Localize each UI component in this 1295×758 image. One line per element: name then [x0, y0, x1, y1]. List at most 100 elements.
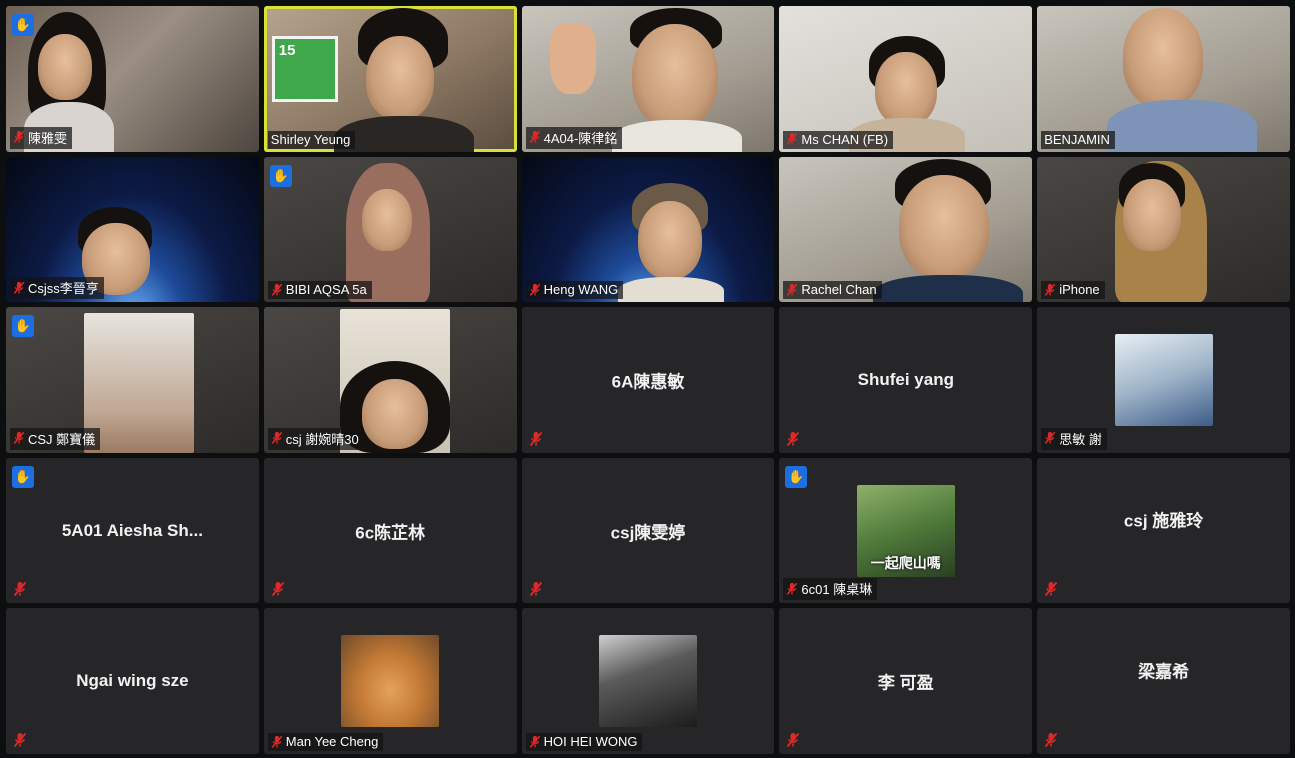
participant-display-name: 梁嘉希	[1138, 662, 1190, 682]
microphone-muted-icon	[271, 581, 285, 597]
participant-name: HOI HEI WONG	[543, 734, 638, 749]
participant-name: CSJ 鄭寶儀	[28, 431, 96, 447]
participant-name: Shirley Yeung	[270, 131, 351, 147]
participant-name-label: Ms CHAN (FB)	[783, 130, 894, 149]
microphone-muted-icon	[1044, 431, 1056, 445]
participant-tile[interactable]: 思敏 謝	[1037, 307, 1290, 453]
microphone-muted-icon	[1044, 732, 1058, 748]
participant-name: 4A04-陳律銘	[543, 130, 618, 146]
participant-display-name: Ngai wing sze	[76, 671, 189, 691]
face	[38, 34, 92, 100]
participant-tile[interactable]: ✋ CSJ 鄭寶儀	[6, 307, 259, 453]
raised-hand-icon: ✋	[12, 315, 34, 338]
participant-name: 6c01 陳桌琳	[801, 582, 873, 598]
microphone-muted-icon	[786, 283, 798, 297]
participant-tile[interactable]: 4A04-陳律銘	[521, 6, 775, 152]
participant-display-name: Shufei yang	[857, 369, 954, 389]
microphone-muted-icon	[13, 130, 25, 144]
participant-name-label: Shirley Yeung	[267, 130, 356, 149]
participant-tile[interactable]: 15 Shirley Yeung	[263, 6, 517, 152]
profile-picture-caption: 一起爬山嗎	[870, 554, 941, 571]
raised-hand-icon: ✋	[785, 465, 808, 488]
shoulders	[1107, 100, 1258, 152]
participant-tile[interactable]: csj陳雯婷	[521, 457, 775, 604]
participant-tile[interactable]: ✋ BIBI AQSA 5a	[263, 156, 517, 303]
participant-name-label: BENJAMIN	[1041, 130, 1115, 149]
face	[899, 174, 990, 279]
ceiling	[84, 313, 194, 453]
microphone-muted-icon	[786, 132, 798, 146]
participant-name-label: 4A04-陳律銘	[525, 126, 623, 149]
microphone-muted-icon	[271, 431, 283, 445]
profile-picture	[1114, 333, 1213, 426]
participant-display-name: 5A01 Aiesha Sh...	[61, 520, 203, 540]
microphone-muted-icon	[786, 582, 798, 596]
profile-picture: 一起爬山嗎	[856, 484, 955, 577]
shoulders	[617, 276, 724, 303]
participant-tile[interactable]: HOI HEI WONG	[521, 608, 775, 754]
participant-tile[interactable]: Csjss李晉亨	[6, 156, 259, 303]
participant-tile[interactable]: csj 謝婉晴30	[263, 307, 517, 453]
microphone-muted-icon	[13, 431, 25, 445]
participant-name: 陳雅雯	[28, 130, 68, 146]
participant-tile[interactable]: ✋ 陳雅雯	[6, 6, 259, 152]
microphone-muted-icon	[13, 732, 27, 748]
profile-picture	[341, 635, 440, 728]
participant-tile[interactable]: Man Yee Cheng	[263, 608, 517, 754]
participant-name-label: Rachel Chan	[783, 281, 882, 300]
participant-tile[interactable]: 李 可盈	[779, 608, 1033, 754]
participant-name: Csjss李晉亨	[28, 281, 99, 297]
participant-display-name: 李 可盈	[877, 673, 934, 693]
participant-name: 思敏 謝	[1059, 431, 1102, 447]
profile-picture	[598, 635, 697, 728]
shoulders	[611, 120, 742, 152]
face	[361, 379, 428, 450]
raised-hand-icon: ✋	[12, 14, 34, 36]
participant-tile[interactable]: 一起爬山嗎 ✋ 6c01 陳桌琳	[779, 457, 1033, 604]
participant-display-name: 6c陈芷林	[355, 523, 426, 543]
participant-name: BIBI AQSA 5a	[285, 282, 367, 298]
video-grid: ✋ 陳雅雯 15 Shirley Yeung 4A04-陳律銘 Ms CHAN (F…	[6, 6, 1290, 754]
participant-tile[interactable]: Rachel Chan	[779, 156, 1033, 303]
participant-tile[interactable]: csj 施雅玲	[1037, 457, 1290, 604]
participant-tile[interactable]: Ms CHAN (FB)	[779, 6, 1033, 152]
participant-name-label: 思敏 謝	[1041, 427, 1107, 450]
microphone-muted-icon	[786, 431, 800, 447]
microphone-muted-icon	[13, 281, 25, 295]
participant-name-label: iPhone	[1041, 281, 1105, 300]
microphone-muted-icon	[13, 581, 27, 597]
face	[637, 200, 702, 279]
microphone-muted-icon	[529, 431, 543, 447]
participant-name: csj 謝婉晴30	[285, 431, 359, 447]
microphone-muted-icon	[271, 735, 283, 749]
participant-name: BENJAMIN	[1044, 131, 1110, 147]
shoulders	[873, 274, 1024, 303]
participant-tile[interactable]: 5A01 Aiesha Sh... ✋	[6, 457, 259, 604]
face	[631, 24, 718, 128]
raised-hand-icon: ✋	[269, 164, 292, 187]
microphone-muted-icon	[1044, 581, 1058, 597]
participant-display-name: csj 施雅玲	[1123, 511, 1204, 531]
participant-name-label: Csjss李晉亨	[10, 277, 104, 300]
participant-display-name: csj陳雯婷	[610, 523, 686, 543]
microphone-muted-icon	[529, 581, 543, 597]
participant-name-label: csj 謝婉晴30	[267, 427, 364, 450]
participant-name-label: 陳雅雯	[10, 126, 73, 149]
thumbs-up-hand	[549, 24, 596, 94]
participant-tile[interactable]: BENJAMIN	[1037, 6, 1290, 152]
participant-name-label: CSJ 鄭寶儀	[10, 427, 101, 450]
participant-name-label: HOI HEI WONG	[525, 733, 643, 751]
participant-tile[interactable]: Shufei yang	[779, 307, 1033, 453]
participant-tile[interactable]: iPhone	[1037, 156, 1290, 303]
participant-tile[interactable]: 6c陈芷林	[263, 457, 517, 604]
raised-hand-icon: ✋	[12, 465, 34, 488]
participant-tile[interactable]: Heng WANG	[521, 156, 775, 303]
face	[361, 188, 412, 251]
participant-tile[interactable]: 梁嘉希	[1037, 608, 1290, 754]
participant-tile[interactable]: 6A陳惠敏	[521, 307, 775, 453]
microphone-muted-icon	[529, 283, 541, 297]
participant-name-label: Man Yee Cheng	[267, 733, 384, 751]
microphone-muted-icon	[529, 735, 541, 749]
participant-name: Rachel Chan	[801, 282, 877, 298]
participant-tile[interactable]: Ngai wing sze	[6, 608, 259, 754]
